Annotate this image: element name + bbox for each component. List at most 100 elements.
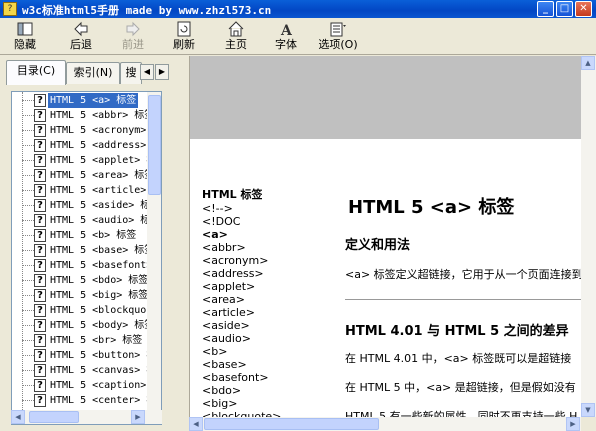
tree-item[interactable]: ? HTML 5 <base> 标签 [12,243,154,258]
help-page-icon: ? [34,394,46,407]
tree-item-label: HTML 5 <audio> 标 [50,215,151,226]
content-scroll-right-button[interactable]: ▶ [566,417,580,431]
tree-connector [22,325,34,326]
tree-connector [22,400,34,401]
sidebar-tag-link[interactable]: <aside> [202,319,250,332]
window-title: w3c标准html5手册 made by www.zhzl573.cn [22,4,272,17]
sidebar-tag-link[interactable]: <article> [202,306,255,319]
tree-item[interactable]: ? HTML 5 <basefont> [12,258,152,273]
content-scroll-left-button[interactable]: ◀ [189,417,203,431]
tree-item[interactable]: ? HTML 5 <acronym> [12,123,148,138]
page-heading: HTML 5 <a> 标签 [348,197,515,218]
help-page-icon: ? [34,334,46,347]
tree-scroll-right-button[interactable]: ▶ [131,410,145,424]
back-button[interactable]: 后退 [64,20,98,53]
close-button[interactable]: ✕ [575,1,592,17]
hide-icon [17,22,33,36]
tab-scroll-right-button[interactable]: ▶ [155,64,169,80]
section1-title: 定义和用法 [345,238,411,253]
font-label: 字体 [275,38,297,51]
options-button[interactable]: 选项(O) [317,20,359,53]
tree-item[interactable]: ? HTML 5 <canvas> 标 [12,363,156,378]
font-button[interactable]: A 字体 [269,20,303,53]
refresh-label: 刷新 [173,38,195,51]
sidebar-tag-link[interactable]: <abbr> [202,241,246,254]
content-horizontal-scrollbar[interactable]: ◀ ▶ [189,417,581,431]
back-label: 后退 [70,38,92,51]
tree-item-label: HTML 5 <aside> 标 [50,200,151,211]
back-arrow-icon [74,21,88,37]
tree-item[interactable]: ? HTML 5 <big> 标签 [12,288,148,303]
refresh-icon [177,21,191,37]
hide-button[interactable]: 隐藏 [8,20,42,53]
tree-connector [22,355,34,356]
contents-tree[interactable]: ? HTML 5 <a> 标签? HTML 5 <abbr> 标签? HTML 5 <… [11,91,162,425]
sidebar-tag-link[interactable]: <!--> [202,202,233,215]
tree-horizontal-scrollbar[interactable]: ◀ ▶ [11,410,162,424]
tab-contents[interactable]: 目录(C) [6,60,66,85]
home-button[interactable]: 主页 [219,20,253,53]
sidebar-tag-link[interactable]: <blockquote> [202,410,281,417]
sidebar-tag-link[interactable]: <big> [202,397,237,410]
sidebar-tag-link[interactable]: <acronym> [202,254,268,267]
tree-item[interactable]: ? HTML 5 <br> 标签 [12,333,148,348]
tree-item[interactable]: ? HTML 5 <a> 标签 [12,93,148,108]
sidebar-tag-link[interactable]: <b> [202,345,227,358]
help-page-icon: ? [34,184,46,197]
tree-item[interactable]: ? HTML 5 <abbr> 标签 [12,108,154,123]
help-page-icon: ? [34,169,46,182]
content-vertical-scrollbar[interactable]: ▲ ▼ [581,56,596,417]
tree-connector [22,385,34,386]
tree-connector [22,370,34,371]
tree-item-label: HTML 5 <base> 标签 [50,245,155,256]
sidebar-tag-link[interactable]: <area> [202,293,245,306]
tree-item[interactable]: ? HTML 5 <blockquot [12,303,152,318]
sidebar-tag-link[interactable]: <bdo> [202,384,241,397]
tree-item[interactable]: ? HTML 5 <button> 标 [12,348,156,363]
help-page-icon: ? [34,139,46,152]
tree-connector [22,280,34,281]
forward-button[interactable]: 前进 [116,20,150,53]
divider [345,299,581,300]
tab-scroll-left-button[interactable]: ◀ [140,64,154,80]
tree-item[interactable]: ? HTML 5 <aside> 标 [12,198,150,213]
tree-scroll-left-button[interactable]: ◀ [11,410,25,424]
content-hscroll-thumb[interactable] [204,418,379,430]
refresh-button[interactable]: 刷新 [167,20,201,53]
sidebar-tag-link[interactable]: <base> [202,358,247,371]
sidebar-tag-link[interactable]: <address> [202,267,264,280]
tab-index[interactable]: 索引(N) [66,62,120,84]
tree-item[interactable]: ? HTML 5 <applet> 标 [12,153,156,168]
sidebar-tag-link[interactable]: <audio> [202,332,251,345]
maximize-button[interactable]: □ [556,1,573,17]
tree-item[interactable]: ? HTML 5 <address> [12,138,148,153]
help-page-icon: ? [34,304,46,317]
sidebar-tag-link[interactable]: <basefont> [202,371,269,384]
toolbar: 隐藏 后退 前进 刷新 主页 A 字体 选项(O) [0,18,596,55]
tree-item[interactable]: ? HTML 5 <area> 标签 [12,168,154,183]
tree-scroll-thumb[interactable] [148,95,161,195]
content-pane: HTML 标签 <!--> <!DOC <a> <abbr> <acronym> <add… [189,56,581,417]
sidebar-tag-link[interactable]: <!DOC [202,215,240,228]
tree-item[interactable]: ? HTML 5 <article> [12,183,148,198]
minimize-button[interactable]: _ [537,1,554,17]
tree-item-label: HTML 5 <caption> [50,380,147,391]
tree-item-label: HTML 5 <center> 标 [50,395,157,406]
tree-item[interactable]: ? HTML 5 <b> 标签 [12,228,148,243]
sidebar-tag-link[interactable]: <applet> [202,280,255,293]
options-label: 选项(O) [318,38,358,51]
tree-connector [22,235,34,236]
tree-hscroll-thumb[interactable] [29,411,79,423]
tab-search[interactable]: 搜 [120,62,142,84]
tree-vertical-scrollbar[interactable] [147,92,161,424]
tree-item[interactable]: ? HTML 5 <audio> 标 [12,213,150,228]
tree-item-label: HTML 5 <area> 标签 [50,170,155,181]
tree-item[interactable]: ? HTML 5 <bdo> 标签 [12,273,148,288]
sidebar-tag-link[interactable]: <a> [202,228,228,241]
tree-connector [22,100,34,101]
content-scroll-up-button[interactable]: ▲ [581,56,595,70]
tree-item[interactable]: ? HTML 5 <caption> [12,378,148,393]
content-scroll-down-button[interactable]: ▼ [581,403,595,417]
tree-item[interactable]: ? HTML 5 <body> 标签 [12,318,154,333]
tree-item[interactable]: ? HTML 5 <center> 标 [12,393,156,408]
